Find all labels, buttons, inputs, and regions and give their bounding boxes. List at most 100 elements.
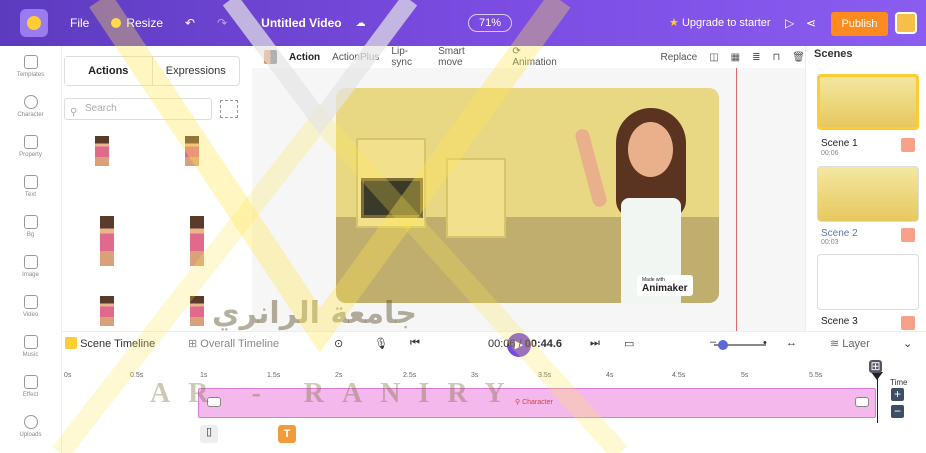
character-figure bbox=[100, 296, 114, 326]
ruler-tick: 0.5s bbox=[130, 372, 144, 379]
nav-text[interactable]: Text bbox=[0, 166, 61, 206]
fit-width-icon[interactable]: ↔ bbox=[786, 337, 797, 349]
scene-thumbnail[interactable] bbox=[817, 166, 919, 222]
skip-forward-icon[interactable]: ⏭ bbox=[590, 337, 600, 350]
search-input[interactable]: ⚲ Search bbox=[64, 98, 212, 120]
project-title[interactable]: Untitled Video bbox=[261, 16, 341, 30]
nav-video[interactable]: Video bbox=[0, 286, 61, 326]
layer-color-icon[interactable] bbox=[264, 50, 278, 64]
flip-icon[interactable]: ◫ bbox=[709, 52, 718, 63]
subtitle-icon[interactable]: ▭ bbox=[624, 337, 634, 350]
file-menu[interactable]: File bbox=[70, 16, 89, 30]
current-time: 00:06 bbox=[488, 338, 516, 350]
scene-stage[interactable]: Made with Animaker bbox=[336, 88, 719, 303]
nav-label: Character bbox=[17, 111, 44, 118]
tool-replace[interactable]: Replace bbox=[660, 52, 697, 63]
scene-color-chip[interactable] bbox=[901, 138, 915, 152]
track-end-handle-icon[interactable] bbox=[855, 397, 869, 407]
nav-label: Music bbox=[22, 351, 39, 358]
layer-stack-icon[interactable]: ≣ bbox=[752, 52, 760, 63]
panel-tabs: Actions Expressions bbox=[64, 56, 240, 86]
lock-icon[interactable]: ⊓ bbox=[772, 52, 780, 63]
character-face bbox=[628, 122, 673, 177]
resize-label: Resize bbox=[126, 16, 164, 30]
ruler-tick: 4.5s bbox=[672, 372, 686, 379]
action-thumbnail[interactable] bbox=[167, 196, 227, 266]
camera-icon[interactable]: ⊙ bbox=[334, 337, 343, 350]
ruler-tick: 5.5s bbox=[809, 372, 823, 379]
tool-actionplus[interactable]: ActionPlus bbox=[332, 52, 379, 63]
scene-name: Scene 2 bbox=[821, 228, 858, 239]
computer-monitor bbox=[361, 178, 423, 218]
overall-timeline-tab[interactable]: ⊞ Overall Timeline bbox=[188, 337, 279, 350]
nav-music[interactable]: Music bbox=[0, 326, 61, 366]
tool-smart-move[interactable]: Smart move bbox=[438, 46, 488, 68]
publish-button[interactable]: Publish bbox=[831, 12, 888, 36]
zoom-slider-knob[interactable] bbox=[718, 340, 728, 350]
avatar[interactable] bbox=[895, 12, 917, 34]
tool-lip-sync[interactable]: Lip-sync bbox=[391, 46, 426, 68]
zoom-in-icon[interactable]: • bbox=[763, 337, 767, 349]
scenes-panel: Scenes Scene 1 00:06 Scene 2 00:03 Scene… bbox=[805, 46, 926, 331]
character-layer-chip[interactable]: ▯ bbox=[200, 425, 218, 443]
microphone-icon[interactable]: 🎙 bbox=[374, 337, 388, 350]
nav-templates[interactable]: Templates bbox=[0, 46, 61, 86]
app-logo[interactable] bbox=[20, 9, 48, 37]
playhead[interactable] bbox=[877, 375, 878, 423]
delete-icon[interactable]: 🗑 bbox=[792, 52, 805, 63]
transparency-icon[interactable]: ▦ bbox=[731, 52, 740, 63]
undo-button[interactable]: ↶ bbox=[185, 16, 195, 30]
resize-menu[interactable]: Resize bbox=[111, 16, 163, 30]
canvas-area: Action ActionPlus Lip-sync Smart move ⟳ … bbox=[252, 46, 805, 331]
zoom-level[interactable]: 71% bbox=[468, 14, 512, 32]
nav-label: Video bbox=[22, 311, 39, 318]
nav-character[interactable]: Character bbox=[0, 86, 61, 126]
tool-animation[interactable]: ⟳ Animation bbox=[500, 46, 574, 68]
redo-button[interactable]: ↷ bbox=[217, 16, 227, 30]
actions-panel: Actions Expressions ⚲ Search bbox=[62, 46, 252, 331]
action-thumbnail[interactable] bbox=[77, 276, 137, 326]
scene-timeline-label: Scene Timeline bbox=[80, 338, 156, 350]
action-thumbnail[interactable] bbox=[72, 126, 132, 166]
character-woman[interactable] bbox=[573, 108, 696, 303]
time-zoom-in-button[interactable]: + bbox=[891, 388, 904, 401]
scene-name: Scene 3 bbox=[821, 316, 858, 327]
music-icon bbox=[23, 334, 38, 349]
nav-effect[interactable]: Effect bbox=[0, 366, 61, 406]
action-thumbnail[interactable] bbox=[77, 196, 137, 266]
total-time: 00:44.6 bbox=[524, 338, 563, 350]
nav-property[interactable]: Property bbox=[0, 126, 61, 166]
animation-icon: ⟳ bbox=[512, 46, 521, 57]
nav-image[interactable]: Image bbox=[0, 246, 61, 286]
scene-timeline-tab[interactable]: Scene Timeline bbox=[65, 337, 155, 350]
upgrade-link[interactable]: ★ Upgrade to starter bbox=[669, 16, 771, 29]
scene-duration: 00:06 bbox=[821, 150, 839, 157]
time-zoom-out-button[interactable]: − bbox=[891, 405, 904, 418]
action-thumbnail[interactable] bbox=[162, 126, 222, 166]
star-icon: ★ bbox=[669, 17, 679, 29]
nav-bg[interactable]: Bg bbox=[0, 206, 61, 246]
layer-toggle[interactable]: ≋ Layer bbox=[830, 337, 870, 350]
scene-thumbnail[interactable] bbox=[817, 74, 919, 130]
nav-uploads[interactable]: Uploads bbox=[0, 406, 61, 446]
expand-icon[interactable] bbox=[220, 100, 238, 118]
tab-expressions[interactable]: Expressions bbox=[153, 57, 240, 85]
overall-timeline-icon: ⊞ bbox=[188, 338, 198, 350]
character-figure bbox=[190, 296, 204, 326]
preview-icon[interactable]: ▷ bbox=[785, 16, 794, 30]
scene-color-chip[interactable] bbox=[901, 316, 915, 330]
tool-action[interactable]: Action bbox=[289, 52, 320, 63]
cubicle-partition bbox=[446, 158, 506, 238]
collapse-chevron-icon[interactable]: ⌄ bbox=[903, 337, 912, 350]
image-icon bbox=[23, 254, 38, 269]
overall-timeline-label: Overall Timeline bbox=[200, 338, 280, 350]
scene-thumbnail[interactable] bbox=[817, 254, 919, 310]
text-layer-chip[interactable]: T bbox=[278, 425, 296, 443]
scene-color-chip[interactable] bbox=[901, 228, 915, 242]
tab-actions[interactable]: Actions bbox=[65, 57, 153, 85]
share-icon[interactable]: ⋖ bbox=[806, 16, 816, 30]
timeline-settings-button[interactable]: ⊞ bbox=[869, 360, 882, 373]
skip-back-icon[interactable]: ⏮ bbox=[410, 337, 420, 350]
zoom-out-icon[interactable]: – bbox=[710, 336, 716, 348]
time-display: 00:06 / 00:44.6 bbox=[488, 338, 562, 350]
